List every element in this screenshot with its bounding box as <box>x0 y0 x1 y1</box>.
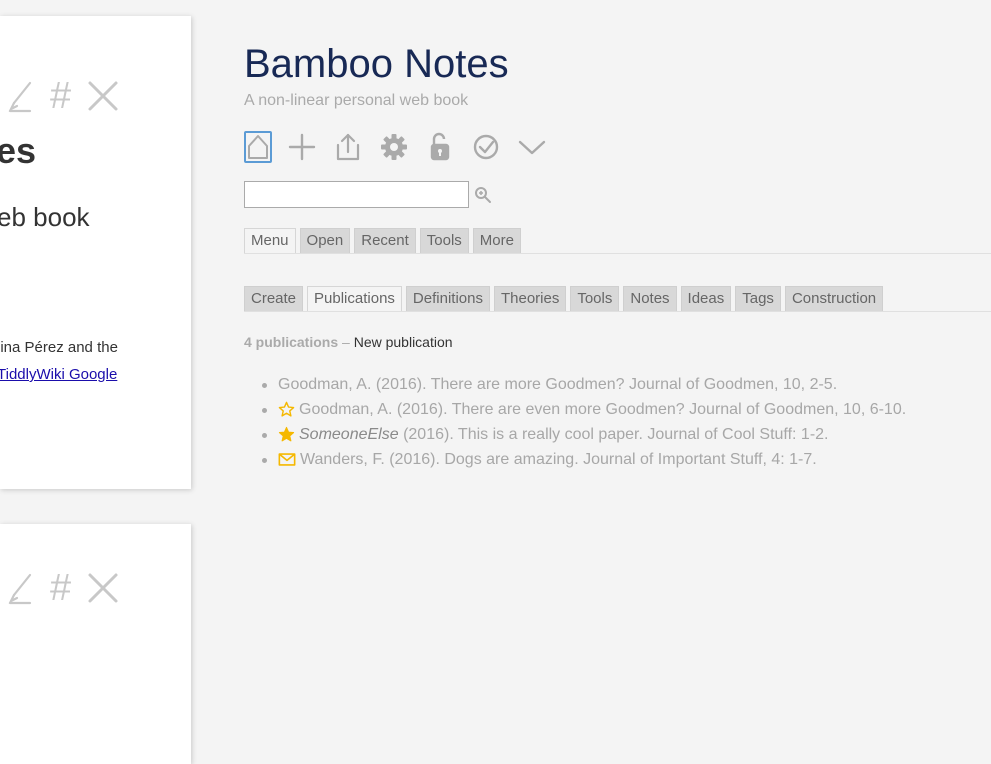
search-icon[interactable] <box>474 186 492 204</box>
tiddler-title: es <box>0 130 37 171</box>
search-row <box>244 181 492 208</box>
edit-icon[interactable] <box>6 571 34 605</box>
tab-tools[interactable]: Tools <box>419 228 469 253</box>
tiddler-body-text: lina Pérez and the <box>0 339 118 356</box>
tab-construction[interactable]: Construction <box>784 286 884 311</box>
sidebar-main-tabs: Menu Open Recent Tools More <box>244 228 521 253</box>
publication-text[interactable]: (2016). This is a really cool paper. Jou… <box>399 422 828 447</box>
more-chevron-icon[interactable] <box>516 130 548 164</box>
publication-list: Goodman, A. (2016). There are more Goodm… <box>261 372 906 472</box>
tab-sub-tools[interactable]: Tools <box>570 286 620 311</box>
tiddlywiki-google-link[interactable]: TiddlyWiki Google <box>0 366 117 383</box>
menu-sub-tabs: Create Publications Definitions Theories… <box>244 286 884 311</box>
check-icon[interactable] <box>470 130 502 164</box>
close-icon[interactable] <box>87 572 119 604</box>
tab-menu[interactable]: Menu <box>244 228 296 253</box>
separator: – <box>342 334 350 350</box>
publications-count[interactable]: 4 publications <box>244 334 338 350</box>
permalink-icon[interactable]: # <box>50 77 71 115</box>
site-subtitle: A non-linear personal web book <box>244 92 469 109</box>
tab-divider <box>244 311 991 312</box>
new-publication-link[interactable]: New publication <box>354 334 453 350</box>
tiddler-card: # <box>0 524 191 764</box>
tab-divider <box>244 253 991 254</box>
publication-text[interactable]: Goodman, A. (2016). There are even more … <box>299 397 906 422</box>
tab-ideas[interactable]: Ideas <box>680 286 732 311</box>
tab-notes[interactable]: Notes <box>623 286 677 311</box>
list-item[interactable]: Goodman, A. (2016). There are even more … <box>261 397 906 422</box>
publications-header: 4 publications – New publication <box>244 334 453 350</box>
tab-more[interactable]: More <box>472 228 521 253</box>
list-item[interactable]: Wanders, F. (2016). Dogs are amazing. Jo… <box>261 447 906 472</box>
site-title[interactable]: Bamboo Notes <box>244 42 509 87</box>
unlock-icon[interactable] <box>424 130 456 164</box>
tab-recent[interactable]: Recent <box>354 228 416 253</box>
tiddler-controls: # <box>6 569 119 607</box>
new-tiddler-icon[interactable] <box>286 130 318 164</box>
publication-text[interactable]: Goodman, A. (2016). There are more Goodm… <box>278 372 837 397</box>
tab-create[interactable]: Create <box>244 286 304 311</box>
home-icon[interactable] <box>244 131 272 163</box>
star-filled-icon <box>278 426 295 443</box>
permalink-icon[interactable]: # <box>50 569 71 607</box>
envelope-icon <box>278 452 296 467</box>
edit-icon[interactable] <box>6 79 34 113</box>
search-input[interactable] <box>244 181 469 208</box>
tab-tags[interactable]: Tags <box>735 286 781 311</box>
star-outline-icon <box>278 401 295 418</box>
close-icon[interactable] <box>87 80 119 112</box>
tiddler-card: # es eb book lina Pérez and the TiddlyWi… <box>0 16 191 489</box>
publication-text[interactable]: Wanders, F. (2016). Dogs are amazing. Jo… <box>300 447 817 472</box>
list-item[interactable]: SomeoneElse (2016). This is a really coo… <box>261 422 906 447</box>
control-panel-icon[interactable] <box>378 130 410 164</box>
story-river: # es eb book lina Pérez and the TiddlyWi… <box>0 0 192 764</box>
tab-open[interactable]: Open <box>299 228 351 253</box>
export-icon[interactable] <box>332 130 364 164</box>
tiddler-subtitle: eb book <box>0 202 90 232</box>
tab-publications[interactable]: Publications <box>307 286 402 311</box>
publication-author[interactable]: SomeoneElse <box>299 422 399 447</box>
tiddler-controls: # <box>6 77 119 115</box>
page-controls <box>244 130 548 164</box>
tab-definitions[interactable]: Definitions <box>405 286 490 311</box>
tiddler-body-link-line: TiddlyWiki Google <box>0 366 117 383</box>
list-item[interactable]: Goodman, A. (2016). There are more Goodm… <box>261 372 906 397</box>
tab-theories[interactable]: Theories <box>493 286 567 311</box>
